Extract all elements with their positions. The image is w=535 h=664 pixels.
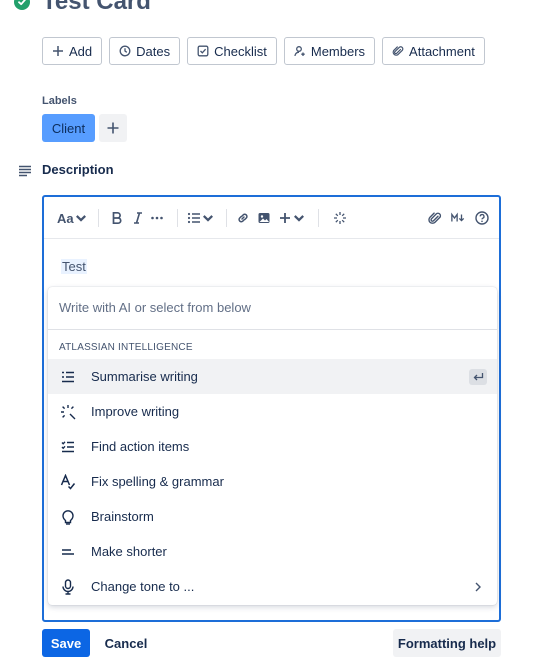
ai-item-change-tone[interactable]: Change tone to ... xyxy=(48,569,497,604)
text-style-dropdown[interactable]: Aa xyxy=(57,209,88,227)
enter-key-icon xyxy=(469,368,487,385)
sparkle-icon xyxy=(334,212,346,224)
toolbar-divider xyxy=(318,209,319,227)
link-button[interactable] xyxy=(236,209,250,227)
dates-button-label: Dates xyxy=(136,43,171,59)
dates-button[interactable]: Dates xyxy=(109,37,181,65)
markdown-icon xyxy=(451,212,465,222)
label-client[interactable]: Client xyxy=(42,114,95,142)
help-icon xyxy=(475,211,489,225)
chevron-right-icon xyxy=(474,579,482,595)
checkbox-icon xyxy=(197,45,209,57)
bold-icon xyxy=(112,211,122,225)
chevron-down-icon xyxy=(75,215,86,222)
toolbar-divider xyxy=(98,209,99,227)
chevron-down-icon xyxy=(203,215,213,222)
sparkle-icon xyxy=(60,404,76,420)
description-editor[interactable]: Aa Test Write with AI or select from bel… xyxy=(42,195,501,622)
image-icon xyxy=(258,213,270,223)
markdown-button[interactable] xyxy=(451,209,465,227)
checklist-button[interactable]: Checklist xyxy=(187,37,277,65)
link-icon xyxy=(238,213,248,223)
ai-item-make-shorter[interactable]: Make shorter xyxy=(48,534,497,569)
formatting-help-button[interactable]: Formatting help xyxy=(393,629,501,657)
title-row xyxy=(14,0,30,18)
ai-item-find-action-items[interactable]: Find action items xyxy=(48,429,497,464)
toolbar-divider xyxy=(177,209,178,227)
ai-item-label: Fix spelling & grammar xyxy=(91,474,224,489)
description-icon xyxy=(19,165,31,177)
ai-section-heading: ATLASSIAN INTELLIGENCE xyxy=(59,342,193,353)
add-label-button[interactable] xyxy=(99,114,127,142)
more-icon xyxy=(151,216,163,220)
checklist-icon xyxy=(60,439,76,455)
attachment-button[interactable]: Attachment xyxy=(382,37,485,65)
spellcheck-icon xyxy=(60,473,76,490)
lightbulb-icon xyxy=(60,509,76,525)
ai-item-summarise-writing[interactable]: Summarise writing xyxy=(48,359,497,394)
add-person-icon xyxy=(294,46,305,57)
ai-item-label: Find action items xyxy=(91,439,190,454)
image-button[interactable] xyxy=(257,209,271,227)
ai-item-fix-spelling-grammar[interactable]: Fix spelling & grammar xyxy=(48,464,497,499)
add-button-label: Add xyxy=(69,43,93,59)
members-button-label: Members xyxy=(310,43,366,59)
italic-icon xyxy=(134,212,142,224)
editor-toolbar: Aa xyxy=(44,197,499,239)
ai-item-label: Summarise writing xyxy=(91,369,198,384)
help-button[interactable] xyxy=(475,209,489,227)
bullet-list-icon xyxy=(187,212,200,224)
insert-dropdown[interactable] xyxy=(278,209,306,227)
ai-item-label: Brainstorm xyxy=(91,509,154,524)
cancel-button[interactable]: Cancel xyxy=(99,629,153,657)
ai-item-label: Make shorter xyxy=(91,544,167,559)
plus-icon xyxy=(107,122,119,134)
bold-button[interactable] xyxy=(110,209,124,227)
editor-content[interactable]: Test xyxy=(61,259,87,274)
chevron-down-icon xyxy=(294,215,304,222)
ai-item-label: Change tone to ... xyxy=(91,579,195,594)
attach-file-button[interactable] xyxy=(428,209,442,227)
plus-icon xyxy=(280,213,290,223)
paperclip-icon xyxy=(428,212,442,224)
summarise-icon xyxy=(60,369,76,385)
shorten-icon xyxy=(60,544,76,560)
ai-item-improve-writing[interactable]: Improve writing xyxy=(48,394,497,429)
list-dropdown[interactable] xyxy=(187,209,215,227)
attachment-button-label: Attachment xyxy=(409,43,475,59)
text-style-label: Aa xyxy=(57,210,74,226)
ai-item-label: Improve writing xyxy=(91,404,180,419)
ai-assistant-panel: Write with AI or select from below ATLAS… xyxy=(48,287,497,605)
card-actions: Add Dates Checklist Members Attachment xyxy=(42,37,485,65)
paperclip-icon xyxy=(392,46,404,56)
microphone-icon xyxy=(60,578,76,595)
save-button[interactable]: Save xyxy=(42,629,90,657)
checklist-button-label: Checklist xyxy=(214,43,267,59)
more-formatting-button[interactable] xyxy=(150,209,164,227)
italic-button[interactable] xyxy=(131,209,145,227)
ai-item-brainstorm[interactable]: Brainstorm xyxy=(48,499,497,534)
ai-button[interactable] xyxy=(333,209,347,227)
plus-icon xyxy=(53,46,63,56)
add-button[interactable]: Add xyxy=(42,37,103,65)
labels-heading: Labels xyxy=(42,95,77,107)
description-heading: Description xyxy=(42,162,114,177)
ai-prompt-input[interactable]: Write with AI or select from below xyxy=(48,287,497,330)
complete-check-icon[interactable] xyxy=(14,0,30,10)
clock-icon xyxy=(119,45,131,57)
card-title[interactable]: Test Card xyxy=(42,0,151,16)
toolbar-divider xyxy=(226,209,227,227)
members-button[interactable]: Members xyxy=(283,37,376,65)
